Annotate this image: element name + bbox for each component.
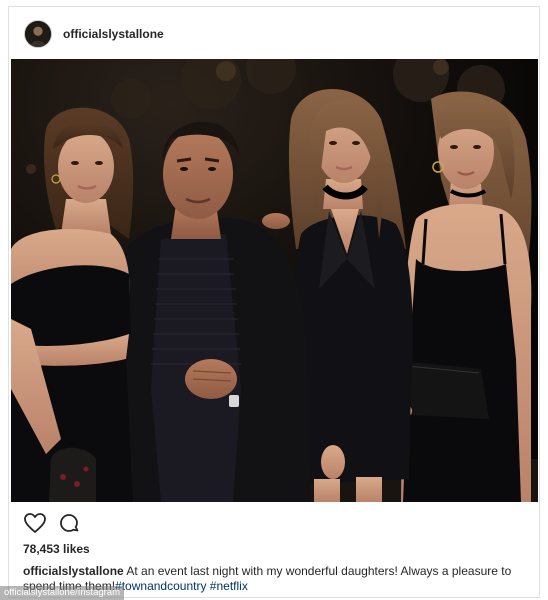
instagram-post: officialslystallone 78,453 likes officia… bbox=[8, 6, 540, 598]
photo-credit: officialslystallone/Instagram bbox=[0, 586, 124, 600]
post-photo[interactable] bbox=[11, 59, 538, 502]
caption-username[interactable]: officialslystallone bbox=[23, 564, 124, 578]
post-username[interactable]: officialslystallone bbox=[63, 27, 164, 41]
profile-avatar[interactable] bbox=[24, 20, 52, 48]
likes-count[interactable]: 78,453 likes bbox=[23, 542, 90, 556]
hashtag-townandcountry[interactable]: #townandcountry bbox=[115, 579, 206, 593]
comment-icon[interactable] bbox=[57, 511, 81, 535]
avatar-image bbox=[25, 21, 51, 47]
heart-icon[interactable] bbox=[23, 511, 47, 535]
group-photo-image bbox=[11, 59, 538, 502]
post-header: officialslystallone bbox=[9, 7, 539, 59]
hashtag-netflix[interactable]: #netflix bbox=[210, 579, 248, 593]
